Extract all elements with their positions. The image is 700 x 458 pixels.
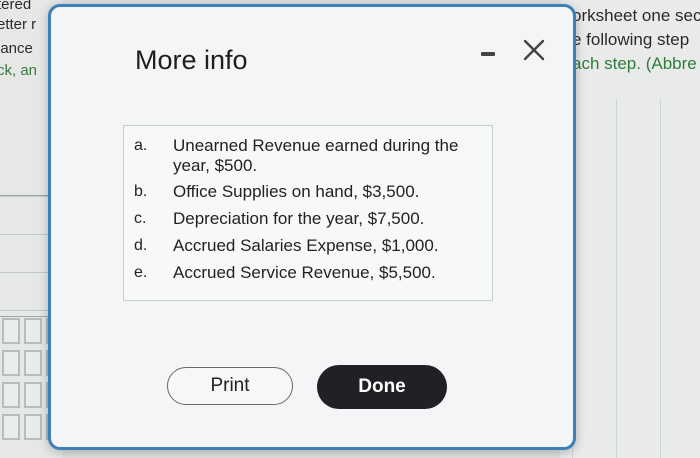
item-letter: b. xyxy=(134,183,148,200)
minimize-icon[interactable] xyxy=(479,47,499,61)
background-left-line: lance xyxy=(0,40,33,57)
close-icon[interactable] xyxy=(519,35,549,65)
background-right-line: ach step. (Abbre xyxy=(572,54,697,73)
background-cell[interactable] xyxy=(2,382,20,408)
more-info-dialog: More info a. Unearned Revenue earned dur… xyxy=(48,4,576,450)
background-cell[interactable] xyxy=(2,414,20,440)
dialog-title: More info xyxy=(135,45,248,75)
item-text: Unearned Revenue earned during the year,… xyxy=(173,136,459,175)
background-left-line: etter r xyxy=(0,16,37,33)
background-cell[interactable] xyxy=(24,414,42,440)
background-cell[interactable] xyxy=(24,318,42,344)
background-cell[interactable] xyxy=(2,318,20,344)
background-right-line: orksheet one sec xyxy=(572,6,700,25)
background-cell[interactable] xyxy=(2,350,20,376)
item-text: Depreciation for the year, $7,500. xyxy=(173,209,425,228)
background-right-grid xyxy=(572,100,700,458)
item-letter: c. xyxy=(134,210,147,227)
item-text: Accrued Salaries Expense, $1,000. xyxy=(173,236,439,255)
item-letter: a. xyxy=(134,137,148,154)
item-text: Office Supplies on hand, $3,500. xyxy=(173,182,420,201)
background-right-line: e following step xyxy=(572,30,690,49)
done-button[interactable]: Done xyxy=(317,365,447,409)
background-cell[interactable] xyxy=(24,382,42,408)
background-left-line: ck, an xyxy=(0,62,38,79)
item-letter: e. xyxy=(134,264,148,281)
background-right-panel: orksheet one sec e following step ach st… xyxy=(560,0,700,458)
background-cell[interactable] xyxy=(24,350,42,376)
item-letter: d. xyxy=(134,237,148,254)
background-left-line: tered xyxy=(0,0,32,13)
print-button[interactable]: Print xyxy=(167,367,293,405)
item-text: Accrued Service Revenue, $5,500. xyxy=(173,263,436,282)
info-list: a. Unearned Revenue earned during the ye… xyxy=(123,125,493,301)
